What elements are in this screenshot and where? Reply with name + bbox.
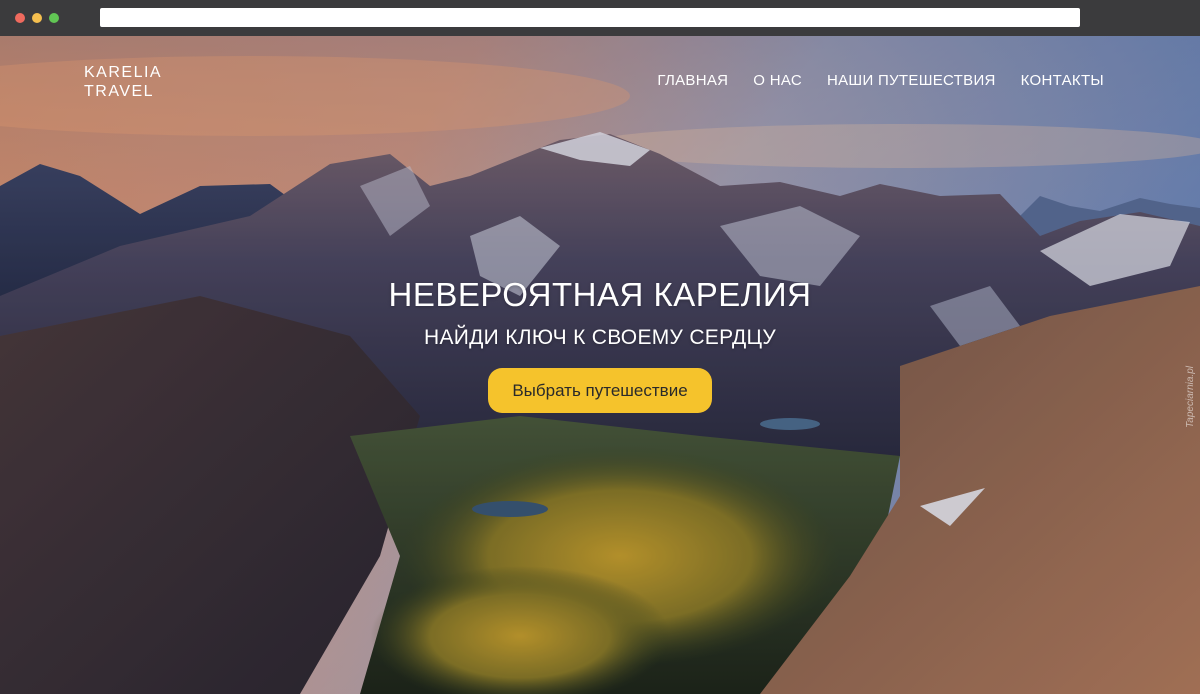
brand-line-2: TRAVEL (84, 83, 155, 100)
hero-section: НЕВЕРОЯТНАЯ КАРЕЛИЯ НАЙДИ КЛЮЧ К СВОЕМУ … (0, 276, 1200, 413)
browser-toolbar (0, 0, 1200, 36)
nav-item-home[interactable]: ГЛАВНАЯ (657, 72, 728, 89)
nav-item-about[interactable]: О НАС (753, 72, 802, 89)
hero-subtitle: НАЙДИ КЛЮЧ К СВОЕМУ СЕРДЦУ (423, 326, 776, 349)
choose-trip-button[interactable]: Выбрать путешествие (488, 368, 712, 413)
main-navigation: ГЛАВНАЯ О НАС НАШИ ПУТЕШЕСТВИЯ КОНТАКТЫ (657, 72, 1104, 89)
minimize-window-button[interactable] (32, 13, 42, 23)
close-window-button[interactable] (15, 13, 25, 23)
page-viewport: KARELIA TRAVEL ГЛАВНАЯ О НАС НАШИ ПУТЕШЕ… (0, 36, 1200, 694)
hero-title: НЕВЕРОЯТНАЯ КАРЕЛИЯ (388, 276, 812, 313)
nav-item-contacts[interactable]: КОНТАКТЫ (1021, 72, 1104, 89)
address-bar[interactable] (100, 8, 1080, 27)
nav-item-trips[interactable]: НАШИ ПУТЕШЕСТВИЯ (827, 72, 996, 89)
brand-line-1: KARELIA (84, 64, 163, 81)
watermark-text: Tapeciarnia.pl (1185, 366, 1196, 428)
maximize-window-button[interactable] (49, 13, 59, 23)
brand-logo[interactable]: KARELIA TRAVEL (84, 63, 162, 101)
